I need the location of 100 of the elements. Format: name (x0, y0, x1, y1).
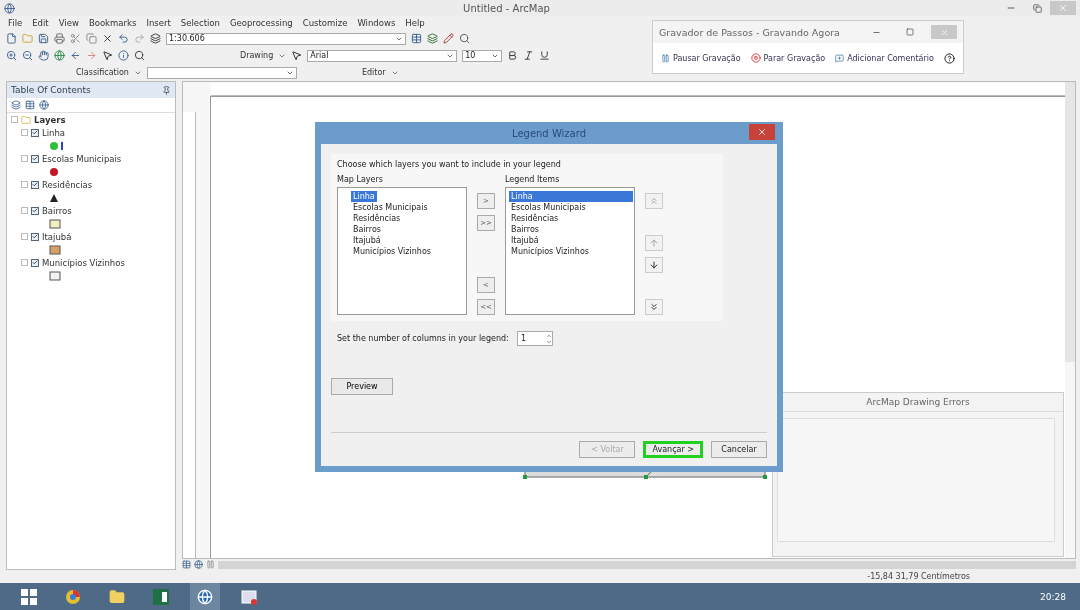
list-item[interactable]: Residências (351, 213, 403, 224)
copy-icon[interactable] (86, 33, 97, 44)
forward-arrow-icon[interactable] (86, 50, 97, 61)
menu-item[interactable]: Bookmarks (88, 18, 137, 28)
info-icon[interactable] (118, 50, 129, 61)
layer-name[interactable]: Linha (42, 127, 66, 138)
italic-icon[interactable] (523, 50, 535, 61)
list-item[interactable]: Municípios Vizinhos (509, 246, 633, 257)
print-icon[interactable] (54, 33, 65, 44)
layout-view-icon[interactable] (182, 560, 191, 569)
layer-name[interactable]: Escolas Municipais (42, 153, 122, 164)
layer-checkbox[interactable] (31, 206, 39, 215)
search-icon[interactable] (459, 33, 470, 44)
layer-checkbox[interactable] (31, 154, 39, 163)
recorder-action[interactable]: Parar Gravação (750, 53, 826, 63)
pan-icon[interactable] (38, 50, 49, 61)
list-item[interactable]: Escolas Municipais (351, 202, 430, 213)
window-title: Untitled - ArcMap (462, 2, 551, 14)
list-item[interactable]: Itajubá (509, 235, 633, 246)
columns-spinner[interactable]: 1 (516, 331, 553, 346)
select-arrow-icon[interactable] (291, 50, 303, 61)
undo-icon[interactable] (118, 33, 129, 44)
restore-icon (1032, 3, 1042, 13)
close-icon (1058, 3, 1068, 13)
scrollbar[interactable] (218, 560, 1076, 569)
menu-item[interactable]: Help (405, 18, 425, 28)
layer-name[interactable]: Municípios Vizinhos (42, 257, 125, 268)
recorder-action[interactable]: Adicionar Comentário (835, 53, 934, 63)
layer-checkbox[interactable] (31, 232, 39, 241)
wizard-button[interactable]: Avançar > (643, 441, 703, 458)
list-label: Legend Items (505, 175, 561, 184)
pencil-icon[interactable] (443, 33, 454, 44)
back-arrow-icon[interactable] (70, 50, 81, 61)
list-item[interactable]: Municípios Vizinhos (351, 246, 433, 257)
move-down-button[interactable] (645, 257, 663, 273)
menu-item[interactable]: Edit (32, 18, 49, 28)
cut-icon[interactable] (70, 33, 81, 44)
list-icon[interactable] (11, 100, 21, 110)
font-field[interactable]: Arial (307, 49, 458, 62)
preview-button[interactable]: Preview (331, 378, 393, 395)
zoom-out-icon[interactable] (22, 50, 33, 61)
layer-checkbox[interactable] (31, 180, 39, 189)
list-item[interactable]: Escolas Municipais (509, 202, 633, 213)
menu-item[interactable]: File (8, 18, 23, 28)
globe-icon[interactable] (190, 583, 220, 610)
close-icon (939, 27, 949, 37)
menu-item[interactable]: Insert (146, 18, 171, 28)
menu-item[interactable]: View (58, 18, 79, 28)
scrollbar[interactable] (1065, 82, 1075, 362)
polygon-symbol-icon (49, 244, 61, 255)
drawing-menu[interactable]: Drawing (240, 51, 274, 60)
help-icon[interactable] (943, 52, 955, 64)
menu-item[interactable]: Customize (302, 18, 348, 28)
globe-icon[interactable] (54, 50, 65, 61)
delete-icon[interactable] (102, 33, 113, 44)
data-view-icon[interactable] (194, 560, 203, 569)
layer-group-name[interactable]: Layers (34, 114, 66, 125)
add-data-icon[interactable] (150, 33, 161, 44)
layer-name[interactable]: Itajubá (42, 231, 72, 242)
editor-menu[interactable]: Editor (361, 68, 386, 77)
source-icon[interactable] (25, 100, 35, 110)
underline-icon[interactable] (539, 50, 551, 61)
columns-label: Set the number of columns in your legend: (337, 334, 509, 343)
list-item[interactable]: Linha (509, 191, 633, 202)
list-item[interactable]: Itajubá (351, 235, 383, 246)
bold-icon[interactable] (507, 50, 519, 61)
recorder-action[interactable]: Pausar Gravação (661, 53, 741, 63)
check-icon (32, 155, 38, 162)
layer-checkbox[interactable] (31, 128, 39, 137)
legend-items-list[interactable]: Linha Escolas Municipais Residências Bairros Itajubá Municípios Vizinhos (505, 187, 635, 315)
font-size-field[interactable]: 10 (462, 49, 503, 62)
wizard-button[interactable]: Cancelar (711, 441, 767, 458)
list-item[interactable]: Residências (509, 213, 633, 224)
classification-field[interactable] (146, 66, 297, 79)
menu-item[interactable]: Selection (180, 18, 220, 28)
close-button[interactable] (749, 124, 775, 140)
list-item[interactable]: Bairros (351, 224, 383, 235)
find-icon[interactable] (134, 50, 145, 61)
classification-menu[interactable]: Classification (76, 68, 129, 77)
pin-icon[interactable] (162, 85, 171, 95)
visibility-icon[interactable] (39, 100, 49, 110)
layers-icon[interactable] (427, 33, 438, 44)
clock[interactable]: 20:28 (1040, 591, 1066, 602)
list-item[interactable]: Linha (351, 191, 377, 202)
select-arrow-icon[interactable] (102, 50, 113, 61)
list-item[interactable]: Bairros (509, 224, 633, 235)
save-icon[interactable] (38, 33, 49, 44)
pause-icon[interactable] (206, 560, 215, 569)
new-file-icon[interactable] (6, 33, 17, 44)
move-to-bottom-button[interactable] (645, 299, 663, 315)
menu-item[interactable]: Geoprocessing (229, 18, 293, 28)
map-layers-list[interactable]: Linha Escolas Municipais Residências Bairros Itajubá Municípios Vizinhos (337, 187, 467, 315)
layer-name[interactable]: Bairros (42, 205, 72, 216)
zoom-in-icon[interactable] (6, 50, 17, 61)
layer-checkbox[interactable] (31, 258, 39, 267)
menu-item[interactable]: Windows (357, 18, 396, 28)
table-icon[interactable] (411, 33, 422, 44)
scale-field[interactable]: 1:30.606 (166, 32, 406, 45)
layer-name[interactable]: Residências (42, 179, 93, 190)
pause-icon (661, 53, 670, 63)
